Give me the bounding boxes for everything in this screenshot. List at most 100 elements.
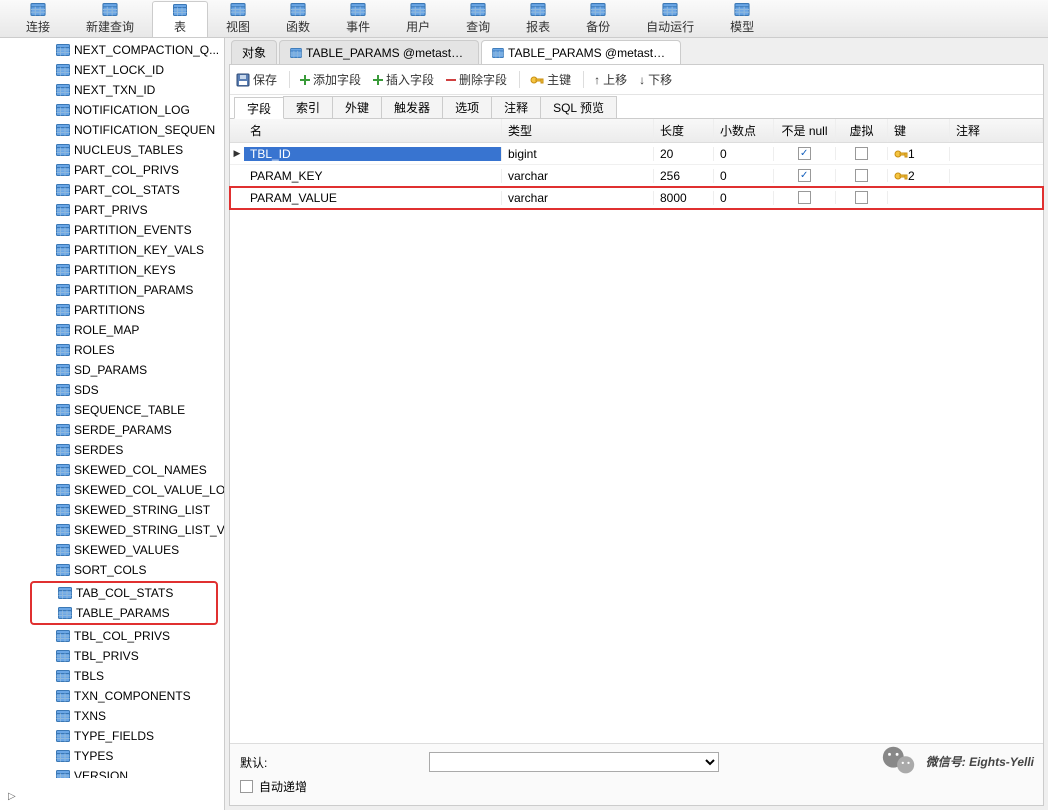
virtual-checkbox[interactable] xyxy=(855,169,868,182)
delete-field-button[interactable]: 删除字段 xyxy=(446,71,507,88)
tab-tp2[interactable]: TABLE_PARAMS @metastor... xyxy=(481,40,681,64)
tree-table-TBLS[interactable]: TBLS xyxy=(0,666,224,686)
tree-table-SKEWED_COL_VALUE_LO[interactable]: SKEWED_COL_VALUE_LO xyxy=(0,480,224,500)
tree-table-NEXT_TXN_ID[interactable]: NEXT_TXN_ID xyxy=(0,80,224,100)
tree-table-SDS[interactable]: SDS xyxy=(0,380,224,400)
subtab-3[interactable]: 触发器 xyxy=(381,96,443,118)
tree-table-PARTITION_PARAMS[interactable]: PARTITION_PARAMS xyxy=(0,280,224,300)
virtual-checkbox[interactable] xyxy=(855,191,868,204)
move-down-button[interactable]: ↓ 下移 xyxy=(639,71,672,88)
tree-table-TAB_COL_STATS[interactable]: TAB_COL_STATS xyxy=(32,583,216,603)
virtual-checkbox[interactable] xyxy=(855,147,868,160)
field-row-PARAM_KEY[interactable]: PARAM_KEY varchar 256 0 2 xyxy=(230,165,1043,187)
sidebar: NEXT_COMPACTION_Q...NEXT_LOCK_IDNEXT_TXN… xyxy=(0,38,225,810)
tree-table-ROLES[interactable]: ROLES xyxy=(0,340,224,360)
tree-table-TYPES[interactable]: TYPES xyxy=(0,746,224,766)
save-button[interactable]: 保存 xyxy=(236,71,277,88)
default-label: 默认: xyxy=(240,754,267,771)
col-length[interactable]: 长度 xyxy=(654,119,714,142)
tree-table-PART_PRIVS[interactable]: PART_PRIVS xyxy=(0,200,224,220)
subtab-4[interactable]: 选项 xyxy=(442,96,492,118)
tree-table-SKEWED_STRING_LIST[interactable]: SKEWED_STRING_LIST xyxy=(0,500,224,520)
add-field-button[interactable]: 添加字段 xyxy=(289,71,361,88)
tree-table-PARTITION_EVENTS[interactable]: PARTITION_EVENTS xyxy=(0,220,224,240)
tree-table-SERDES[interactable]: SERDES xyxy=(0,440,224,460)
auto-increment-label: 自动递增 xyxy=(259,778,307,795)
subtab-2[interactable]: 外键 xyxy=(332,96,382,118)
tree-table-NUCLEUS_TABLES[interactable]: NUCLEUS_TABLES xyxy=(0,140,224,160)
tree-table-ROLE_MAP[interactable]: ROLE_MAP xyxy=(0,320,224,340)
tree-table-PARTITION_KEYS[interactable]: PARTITION_KEYS xyxy=(0,260,224,280)
main-toolbar: 连接新建查询表视图函数事件用户查询报表备份自动运行模型 xyxy=(0,0,1048,38)
tree-table-SKEWED_COL_NAMES[interactable]: SKEWED_COL_NAMES xyxy=(0,460,224,480)
tree-table-SD_PARAMS[interactable]: SD_PARAMS xyxy=(0,360,224,380)
key-icon xyxy=(894,149,908,159)
auto-increment-checkbox[interactable] xyxy=(240,780,253,793)
content-area: 对象TABLE_PARAMS @metastor...TABLE_PARAMS … xyxy=(225,38,1048,810)
tree-table-TXN_COMPONENTS[interactable]: TXN_COMPONENTS xyxy=(0,686,224,706)
tree-table-TYPE_FIELDS[interactable]: TYPE_FIELDS xyxy=(0,726,224,746)
col-virtual[interactable]: 虚拟 xyxy=(836,119,888,142)
tree-table-VERSION[interactable]: VERSION xyxy=(0,766,224,778)
subtab-1[interactable]: 索引 xyxy=(283,96,333,118)
tree-table-SERDE_PARAMS[interactable]: SERDE_PARAMS xyxy=(0,420,224,440)
tab-tp1[interactable]: TABLE_PARAMS @metastor... xyxy=(279,40,479,64)
tree-table-TBL_COL_PRIVS[interactable]: TBL_COL_PRIVS xyxy=(0,626,224,646)
toolbar-view[interactable]: 视图 xyxy=(208,1,268,37)
notnull-checkbox[interactable] xyxy=(798,169,811,182)
toolbar-event[interactable]: 事件 xyxy=(328,1,388,37)
notnull-checkbox[interactable] xyxy=(798,147,811,160)
wechat-icon xyxy=(880,742,918,780)
col-decimal[interactable]: 小数点 xyxy=(714,119,774,142)
insert-field-button[interactable]: 插入字段 xyxy=(373,71,434,88)
fields-grid: 名 类型 长度 小数点 不是 null 虚拟 键 注释 TBL_ID bigin… xyxy=(230,119,1043,743)
tree-table-SKEWED_STRING_LIST_V[interactable]: SKEWED_STRING_LIST_V xyxy=(0,520,224,540)
tree-table-PARTITION_KEY_VALS[interactable]: PARTITION_KEY_VALS xyxy=(0,240,224,260)
move-up-button[interactable]: ↑ 上移 xyxy=(583,71,627,88)
field-row-TBL_ID[interactable]: TBL_ID bigint 20 0 1 xyxy=(230,143,1043,165)
tree-table-TXNS[interactable]: TXNS xyxy=(0,706,224,726)
subtab-5[interactable]: 注释 xyxy=(491,96,541,118)
grid-header: 名 类型 长度 小数点 不是 null 虚拟 键 注释 xyxy=(230,119,1043,143)
subtab-0[interactable]: 字段 xyxy=(234,97,284,119)
col-type[interactable]: 类型 xyxy=(502,119,654,142)
toolbar-query[interactable]: 查询 xyxy=(448,1,508,37)
toolbar-model[interactable]: 模型 xyxy=(712,1,772,37)
col-comment[interactable]: 注释 xyxy=(950,119,1043,142)
key-icon xyxy=(894,171,908,181)
col-notnull[interactable]: 不是 null xyxy=(774,119,836,142)
toolbar-new-query[interactable]: 新建查询 xyxy=(68,1,152,37)
col-name[interactable]: 名 xyxy=(244,119,502,142)
tree-table-SEQUENCE_TABLE[interactable]: SEQUENCE_TABLE xyxy=(0,400,224,420)
designer-subtabs: 字段索引外键触发器选项注释SQL 预览 xyxy=(230,95,1043,119)
toolbar-user[interactable]: 用户 xyxy=(388,1,448,37)
tree-table-TBL_PRIVS[interactable]: TBL_PRIVS xyxy=(0,646,224,666)
tree-table-NOTIFICATION_LOG[interactable]: NOTIFICATION_LOG xyxy=(0,100,224,120)
tree-table-PARTITIONS[interactable]: PARTITIONS xyxy=(0,300,224,320)
field-row-PARAM_VALUE[interactable]: PARAM_VALUE varchar 8000 0 xyxy=(230,187,1043,209)
notnull-checkbox[interactable] xyxy=(798,191,811,204)
toolbar-backup[interactable]: 备份 xyxy=(568,1,628,37)
editor-tabs: 对象TABLE_PARAMS @metastor...TABLE_PARAMS … xyxy=(225,38,1048,64)
col-key[interactable]: 键 xyxy=(888,119,950,142)
primary-key-button[interactable]: 主键 xyxy=(519,71,571,88)
subtab-6[interactable]: SQL 预览 xyxy=(540,96,617,118)
tree-table-SORT_COLS[interactable]: SORT_COLS xyxy=(0,560,224,580)
tab-objects[interactable]: 对象 xyxy=(231,40,277,64)
tree-table-PART_COL_STATS[interactable]: PART_COL_STATS xyxy=(0,180,224,200)
tree-table-NOTIFICATION_SEQUEN[interactable]: NOTIFICATION_SEQUEN xyxy=(0,120,224,140)
toolbar-connect[interactable]: 连接 xyxy=(8,1,68,37)
tree-table-TABLE_PARAMS[interactable]: TABLE_PARAMS xyxy=(32,603,216,623)
designer-toolbar: 保存 添加字段 插入字段 删除字段 主键 ↑ 上移 ↓ 下移 xyxy=(230,65,1043,95)
toolbar-function[interactable]: 函数 xyxy=(268,1,328,37)
tree-table-NEXT_LOCK_ID[interactable]: NEXT_LOCK_ID xyxy=(0,60,224,80)
toolbar-schedule[interactable]: 自动运行 xyxy=(628,1,712,37)
table-designer: 保存 添加字段 插入字段 删除字段 主键 ↑ 上移 ↓ 下移 字段索引外键触发器… xyxy=(229,64,1044,806)
toolbar-report[interactable]: 报表 xyxy=(508,1,568,37)
tree-table-NEXT_COMPACTION_Q...[interactable]: NEXT_COMPACTION_Q... xyxy=(0,40,224,60)
toolbar-table[interactable]: 表 xyxy=(152,1,208,37)
tree-table-SKEWED_VALUES[interactable]: SKEWED_VALUES xyxy=(0,540,224,560)
tree-table-PART_COL_PRIVS[interactable]: PART_COL_PRIVS xyxy=(0,160,224,180)
wechat-watermark: 微信号: Eights-Yelli xyxy=(880,742,1034,780)
default-select[interactable] xyxy=(429,752,719,772)
